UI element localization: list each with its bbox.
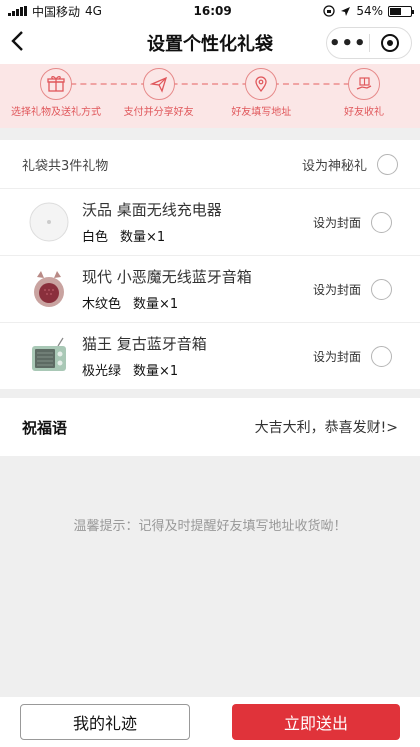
set-cover-label: 设为封面: [312, 349, 361, 364]
nav-bar: 设置个性化礼袋 •••: [0, 22, 420, 64]
back-button[interactable]: [10, 30, 34, 56]
gift-list-header: 礼袋共3件礼物 设为神秘礼: [0, 140, 420, 188]
location-icon: [245, 68, 278, 100]
gift-spec: 极光绿 数量×1: [82, 360, 313, 379]
wireless-charger-image: [28, 201, 70, 243]
network-label: 4G: [85, 4, 102, 18]
step-label: 好友填写地址: [231, 107, 292, 118]
battery-percent: 54%: [356, 4, 383, 18]
step-choose-gift: 选择礼物及送礼方式: [6, 68, 106, 128]
gift-quantity: 数量×1: [133, 364, 179, 379]
set-cover-label: 设为封面: [312, 215, 361, 230]
gift-item-charger: 沃品 桌面无线充电器 白色 数量×1 设为封面: [0, 188, 420, 255]
send-icon: [142, 68, 175, 100]
step-label: 选择礼物及送礼方式: [11, 107, 101, 118]
close-target-icon: [381, 34, 400, 52]
mystery-gift-toggle[interactable]: 设为神秘礼: [301, 153, 398, 175]
lock-rotation-icon: [323, 5, 335, 17]
set-cover-radio[interactable]: [371, 345, 392, 367]
mystery-gift-radio[interactable]: [377, 153, 398, 175]
status-bar: 中国移动 4G 16:09 54%: [0, 0, 420, 22]
devil-speaker-image: [28, 268, 70, 310]
gift-hand-icon: [347, 68, 380, 100]
gift-spec: 木纹色 数量×1: [82, 293, 313, 312]
page-title: 设置个性化礼袋: [147, 34, 273, 55]
battery-fill: [389, 7, 401, 15]
gift-item-retro-speaker: 猫王 复古蓝牙音箱 极光绿 数量×1 设为封面: [0, 322, 420, 389]
set-cover-radio[interactable]: [371, 278, 392, 300]
battery-icon: [387, 5, 414, 17]
set-cover-toggle[interactable]: 设为封面: [312, 345, 392, 367]
gift-color: 白色: [82, 230, 109, 245]
step-label: 支付并分享好友: [123, 107, 194, 118]
gift-name: 猫王 复古蓝牙音箱: [82, 335, 207, 353]
gift-info: 猫王 复古蓝牙音箱 极光绿 数量×1: [82, 333, 313, 379]
gift-name: 现代 小恶魔无线蓝牙音箱: [82, 268, 252, 286]
chevron-left-icon: [11, 31, 23, 51]
step-label: 好友收礼: [343, 107, 384, 118]
progress-steps: 选择礼物及送礼方式 支付并分享好友 好友填写地址 好友收礼: [0, 64, 420, 128]
carrier-label: 中国移动: [32, 4, 81, 19]
bottom-action-bar: 我的礼迹 立即送出: [0, 697, 420, 747]
gift-spec: 白色 数量×1: [82, 226, 313, 245]
step-receive-gift: 好友收礼: [314, 68, 414, 128]
gift-quantity: 数量×1: [120, 230, 166, 245]
step-fill-address: 好友填写地址: [211, 68, 311, 128]
gift-list-card: 礼袋共3件礼物 设为神秘礼 沃品 桌面无线充电器 白色 数量×1 设为封面 现代…: [0, 140, 420, 389]
status-time: 16:09: [193, 4, 232, 18]
gift-info: 沃品 桌面无线充电器 白色 数量×1: [82, 199, 313, 245]
blessing-row[interactable]: 祝福语 大吉大利，恭喜发财!>: [0, 398, 420, 456]
gift-icon: [40, 68, 72, 100]
gift-color: 木纹色: [82, 297, 122, 312]
reminder-tip: 温馨提示：记得及时提醒好友填写地址收货呦！: [73, 519, 347, 534]
location-arrow-icon: [341, 6, 351, 16]
send-now-button[interactable]: 立即送出: [232, 704, 400, 740]
gift-quantity: 数量×1: [133, 297, 179, 312]
gift-name: 沃品 桌面无线充电器: [82, 201, 222, 219]
blessing-value[interactable]: 大吉大利，恭喜发财!>: [255, 417, 398, 437]
mystery-gift-label: 设为神秘礼: [301, 158, 367, 174]
set-cover-toggle[interactable]: 设为封面: [312, 278, 392, 300]
gift-count-label: 礼袋共3件礼物: [22, 158, 109, 174]
more-button[interactable]: •••: [327, 33, 369, 54]
blessing-label: 祝福语: [22, 418, 68, 437]
set-cover-label: 设为封面: [312, 282, 361, 297]
step-pay-share: 支付并分享好友: [109, 68, 209, 128]
mini-program-capsule: •••: [326, 27, 412, 59]
status-right: 54%: [323, 4, 414, 18]
retro-speaker-image: [28, 335, 70, 377]
signal-icon: [8, 6, 27, 16]
my-gifts-button[interactable]: 我的礼迹: [20, 704, 190, 740]
status-left: 中国移动 4G: [8, 3, 102, 20]
gift-color: 极光绿: [82, 364, 122, 379]
gift-item-speaker-devil: 现代 小恶魔无线蓝牙音箱 木纹色 数量×1 设为封面: [0, 255, 420, 322]
close-button[interactable]: [370, 34, 412, 52]
gift-info: 现代 小恶魔无线蓝牙音箱 木纹色 数量×1: [82, 266, 313, 312]
set-cover-toggle[interactable]: 设为封面: [312, 211, 392, 233]
set-cover-radio[interactable]: [371, 211, 392, 233]
